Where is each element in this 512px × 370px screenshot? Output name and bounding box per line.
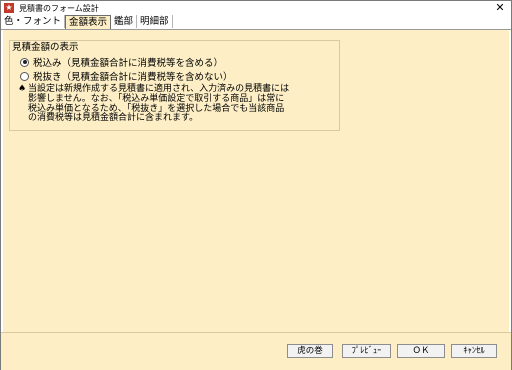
preview-button[interactable]: ﾌﾟﾚﾋﾞｭｰ — [342, 344, 391, 358]
tax-note: ♠ 当設定は新規作成する見積書に適用され、入力済みの見積書には 影響しません。な… — [18, 84, 318, 124]
title-bar: ★ 見積書のフォーム設計 ✕ — [1, 1, 511, 15]
radio-label-tax-excluded: 税抜き（見積金額合計に消費税等を含めない） — [33, 72, 233, 83]
note-text: 当設定は新規作成する見積書に適用され、入力済みの見積書には 影響しません。なお、… — [28, 84, 290, 124]
form-design-window: ★ 見積書のフォーム設計 ✕ 色・フォント 金額表示 鑑部 明細部 見積金額の表… — [0, 0, 512, 370]
amount-display-panel: 見積金額の表示 税込み（見積金額合計に消費税等を含める） 税抜き（見積金額合計に… — [3, 30, 509, 332]
spade-icon: ♠ — [18, 84, 27, 94]
window-title: 見積書のフォーム設計 — [19, 3, 99, 13]
tab-amount-display[interactable]: 金額表示 — [65, 15, 112, 29]
radio-tax-included[interactable]: 税込み（見積金額合計に消費税等を含める） — [20, 55, 223, 69]
tab-bar: 色・フォント 金額表示 鑑部 明細部 — [1, 15, 511, 30]
estimate-amount-group: 見積金額の表示 税込み（見積金額合計に消費税等を含める） 税抜き（見積金額合計に… — [9, 40, 340, 131]
radio-button-unchecked[interactable] — [20, 71, 29, 81]
radio-tax-excluded[interactable]: 税抜き（見積金額合計に消費税等を含めない） — [20, 69, 233, 83]
tab-color-font[interactable]: 色・フォント — [1, 15, 66, 28]
guide-button[interactable]: 虎の巻 — [287, 344, 333, 358]
app-icon: ★ — [4, 3, 14, 13]
radio-label-tax-included: 税込み（見積金額合計に消費税等を含める） — [33, 58, 224, 69]
cancel-button[interactable]: ｷｬﾝｾﾙ — [451, 344, 497, 358]
close-button[interactable]: ✕ — [493, 1, 507, 15]
button-bar: 虎の巻 ﾌﾟﾚﾋﾞｭｰ ＯＫ ｷｬﾝｾﾙ — [1, 332, 511, 370]
tab-detail-section[interactable]: 明細部 — [137, 15, 173, 28]
ok-button[interactable]: ＯＫ — [397, 344, 445, 358]
group-title: 見積金額の表示 — [12, 42, 79, 53]
tab-header-section[interactable]: 鑑部 — [111, 15, 138, 28]
radio-button-checked[interactable] — [20, 57, 29, 67]
